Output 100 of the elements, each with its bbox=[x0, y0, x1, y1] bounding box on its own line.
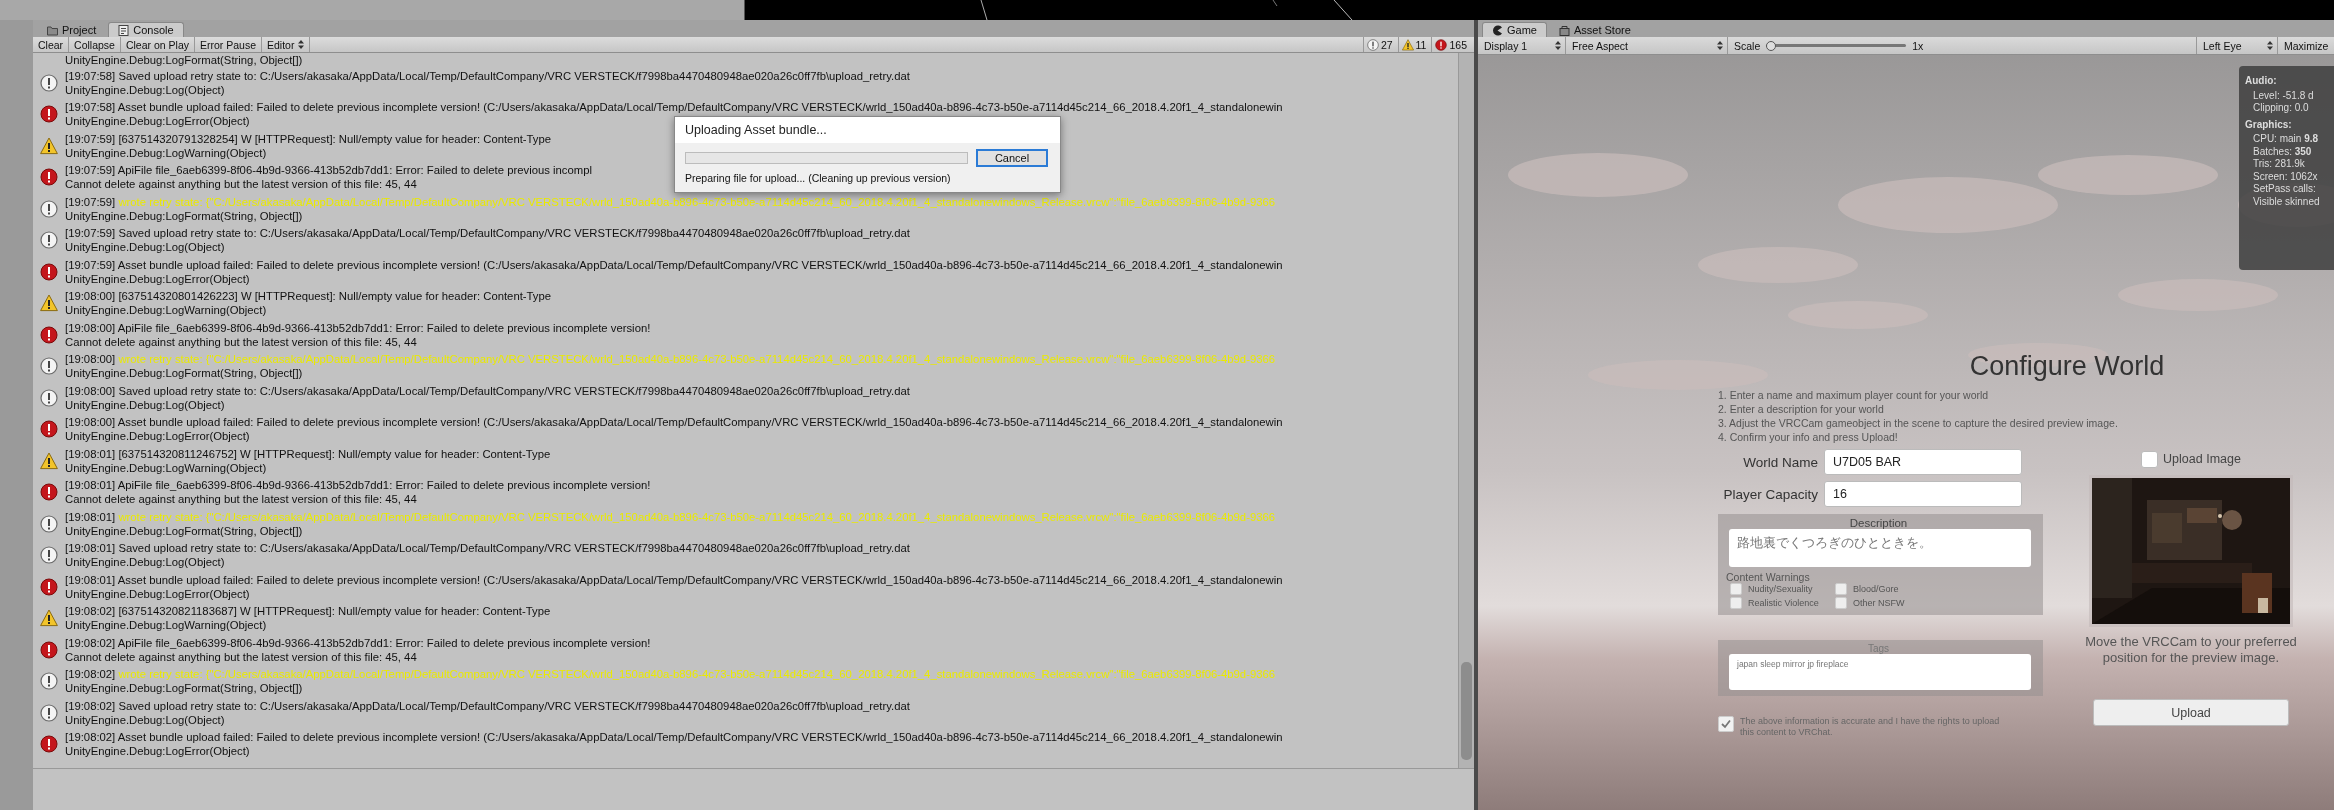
scrollbar[interactable] bbox=[1458, 53, 1474, 768]
log-detail: UnityEngine.Debug:LogError(Object) bbox=[65, 271, 250, 286]
log-detail: UnityEngine.Debug:Log(Object) bbox=[65, 397, 225, 412]
warning-icon bbox=[40, 609, 58, 628]
scale-value: 1x bbox=[1912, 39, 1924, 52]
error-icon bbox=[40, 262, 58, 281]
dropdown[interactable]: Editor bbox=[262, 37, 311, 52]
log-detail: UnityEngine.Debug:Log(Object) bbox=[65, 712, 225, 727]
filter-toggle[interactable]: 27 bbox=[1362, 37, 1396, 52]
log-message: [19:07:59] Saved upload retry state to: C:/Users/akasaka/AppData/Local/Temp/DefaultCompany/VRC VERSTECK/f7998ba4470480948ae020a26c0ff7fb\upload_retry.dat bbox=[65, 226, 910, 241]
info-icon bbox=[40, 703, 58, 722]
log-message: [19:08:01] Saved upload retry state to: C:/Users/akasaka/AppData/Local/Temp/DefaultCompany/VRC VERSTECK/f7998ba4470480948ae020a26c0ff7fb\upload_retry.dat bbox=[65, 541, 910, 556]
updown-icon bbox=[1717, 41, 1723, 50]
error-icon bbox=[40, 105, 58, 124]
pie-icon bbox=[1492, 24, 1503, 36]
warning-icon bbox=[40, 294, 58, 313]
log-message: [19:08:00] ApiFile file_6aeb6399-8f06-4b9d-9366-413b52db7dd1: Error: Failed to delete previous incomplete version! bbox=[65, 320, 651, 335]
log-message: [19:07:59] wrote retry state: {"C:/Users/akasaka/AppData/Local/Temp/DefaultCompany/VRC VERSTECK/wrld_150ad40a-b896-4c73-b50e-a7114d45c214_60_2018.4.20f1_4_standalonewindows_Release.vrcw":"file_6aeb6399-8f06-4b9d-9366 bbox=[65, 194, 1276, 209]
log-message: [19:07:58] Asset bundle upload failed: Failed to delete previous incomplete version! (C:/Users/akasaka/AppData/Local/Temp/DefaultCompany/VRC VERSTECK/wrld_150ad40a-b896-4c73-b50e-a7114d45c214_66_2018.4.20f1_4_standalonewin bbox=[65, 100, 1283, 115]
log-detail: UnityEngine.Debug:LogError(Object) bbox=[65, 744, 250, 759]
info-icon bbox=[40, 514, 58, 533]
info-icon bbox=[40, 231, 58, 250]
log-detail: Cannot delete against anything but the latest version of this file: 45, 44 bbox=[65, 334, 417, 349]
log-detail: UnityEngine.Debug:Log(Object) bbox=[65, 240, 225, 255]
toolbar-button[interactable]: Collapse bbox=[69, 37, 121, 52]
log-detail: UnityEngine.Debug:LogFormat(String, Object[]) bbox=[65, 366, 303, 381]
log-detail: UnityEngine.Debug:LogFormat(String, Object[]) bbox=[65, 523, 303, 538]
status-text: Preparing file for upload... (Cleaning up previous version) bbox=[685, 172, 952, 184]
info-icon bbox=[40, 546, 58, 565]
updown-icon bbox=[1555, 41, 1561, 50]
log-message: [19:08:02] Asset bundle upload failed: Failed to delete previous incomplete version! (C:/Users/akasaka/AppData/Local/Temp/DefaultCompany/VRC VERSTECK/wrld_150ad40a-b896-4c73-b50e-a7114d45c214_66_2018.4.20f1_4_standalonewin bbox=[65, 730, 1283, 745]
log-detail: Cannot delete against anything but the latest version of this file: 45, 44 bbox=[65, 492, 417, 507]
tab[interactable]: Game bbox=[1482, 22, 1547, 37]
warning-icon bbox=[40, 451, 58, 470]
log-message: [19:08:00] Saved upload retry state to: C:/Users/akasaka/AppData/Local/Temp/DefaultCompany/VRC VERSTECK/f7998ba4470480948ae020a26c0ff7fb\upload_retry.dat bbox=[65, 383, 910, 398]
log-detail: UnityEngine.Debug:LogWarning(Object) bbox=[65, 145, 267, 160]
log-detail: UnityEngine.Debug:LogWarning(Object) bbox=[65, 460, 267, 475]
log-message: [19:08:00] Asset bundle upload failed: Failed to delete previous incomplete version! (C:/Users/akasaka/AppData/Local/Temp/DefaultCompany/VRC VERSTECK/wrld_150ad40a-b896-4c73-b50e-a7114d45c214_66_2018.4.20f1_4_standalonewin bbox=[65, 415, 1283, 430]
filter-toggle[interactable]: 11 bbox=[1397, 37, 1430, 52]
log-detail: UnityEngine.Debug:Log(Object) bbox=[65, 82, 225, 97]
log-detail: Cannot delete against anything but the latest version of this file: 45, 44 bbox=[65, 649, 417, 664]
error-icon bbox=[40, 735, 58, 754]
info-icon bbox=[40, 388, 58, 407]
log-detail: UnityEngine.Debug:LogFormat(String, Object[]) bbox=[65, 681, 303, 696]
log-message: [19:08:02] wrote retry state: {"C:/Users/akasaka/AppData/Local/Temp/DefaultCompany/VRC VERSTECK/wrld_150ad40a-b896-4c73-b50e-a7114d45c214_60_2018.4.20f1_4_standalonewindows_Release.vrcw":"file_6aeb6399-8f06-4b9d-9366 bbox=[65, 667, 1276, 682]
dropdown[interactable]: Maximize bbox=[2278, 37, 2334, 54]
error-icon bbox=[40, 577, 58, 596]
warning-icon bbox=[1401, 38, 1414, 51]
log-detail: UnityEngine.Debug:LogWarning(Object) bbox=[65, 618, 267, 633]
log-detail: UnityEngine.Debug:LogFormat(String, Object[]) bbox=[65, 208, 303, 223]
log-message: [19:08:02] Saved upload retry state to: C:/Users/akasaka/AppData/Local/Temp/DefaultCompany/VRC VERSTECK/f7998ba4470480948ae020a26c0ff7fb\upload_retry.dat bbox=[65, 698, 910, 713]
error-icon bbox=[40, 168, 58, 187]
log-detail: UnityEngine.Debug:LogWarning(Object) bbox=[65, 303, 267, 318]
log-message: [19:08:01] Asset bundle upload failed: Failed to delete previous incomplete version! (C:/Users/akasaka/AppData/Local/Temp/DefaultCompany/VRC VERSTECK/wrld_150ad40a-b896-4c73-b50e-a7114d45c214_66_2018.4.20f1_4_standalonewin bbox=[65, 572, 1283, 587]
log-message: [19:08:02] [637514320821183687] W [HTTPRequest]: Null/empty value for header: Content-Type bbox=[65, 604, 551, 619]
log-message: [19:08:00] wrote retry state: {"C:/Users/akasaka/AppData/Local/Temp/DefaultCompany/VRC VERSTECK/wrld_150ad40a-b896-4c73-b50e-a7114d45c214_60_2018.4.20f1_4_standalonewindows_Release.vrcw":"file_6aeb6399-8f06-4b9d-9366 bbox=[65, 352, 1276, 367]
tab[interactable]: Asset Store bbox=[1548, 22, 1641, 37]
warning-icon bbox=[40, 136, 58, 155]
slider-thumb[interactable] bbox=[1766, 40, 1777, 51]
info-icon bbox=[40, 73, 58, 92]
toolbar-button[interactable]: Error Pause bbox=[195, 37, 262, 52]
log-detail: UnityEngine.Debug:LogFormat(String, Object[]) bbox=[65, 53, 303, 67]
info-icon bbox=[40, 199, 58, 218]
info-icon bbox=[40, 672, 58, 691]
log-message: [19:08:01] ApiFile file_6aeb6399-8f06-4b9d-9366-413b52db7dd1: Error: Failed to delete previous incomplete version! bbox=[65, 478, 651, 493]
log-message: [19:07:59] Asset bundle upload failed: Failed to delete previous incomplete version! (C:/Users/akasaka/AppData/Local/Temp/DefaultCompany/VRC VERSTECK/wrld_150ad40a-b896-4c73-b50e-a7114d45c214_66_2018.4.20f1_4_standalonewin bbox=[65, 257, 1283, 272]
dialog-title: Uploading Asset bundle... bbox=[675, 117, 1060, 143]
error-icon bbox=[40, 325, 58, 344]
scale-label: Scale bbox=[1734, 39, 1761, 52]
log-detail: UnityEngine.Debug:LogError(Object) bbox=[65, 114, 250, 129]
filter-toggle[interactable]: 165 bbox=[1431, 37, 1470, 52]
updown-icon bbox=[298, 40, 305, 49]
cancel-button[interactable]: Cancel bbox=[976, 149, 1048, 167]
log-message: [19:07:58] Saved upload retry state to: C:/Users/akasaka/AppData/Local/Temp/DefaultCompany/VRC VERSTECK/f7998ba4470480948ae020a26c0ff7fb\upload_retry.dat bbox=[65, 68, 910, 83]
log-detail: UnityEngine.Debug:LogError(Object) bbox=[65, 429, 250, 444]
error-icon bbox=[40, 640, 58, 659]
scroll-thumb[interactable] bbox=[1461, 662, 1472, 760]
error-icon bbox=[40, 483, 58, 502]
log-detail: UnityEngine.Debug:LogError(Object) bbox=[65, 586, 250, 601]
dropdown[interactable]: Display 1 bbox=[1478, 37, 1566, 54]
log-message: [19:08:00] [637514320801426223] W [HTTPRequest]: Null/empty value for header: Content-Type bbox=[65, 289, 552, 304]
updown-icon bbox=[2267, 41, 2273, 50]
error-icon bbox=[1435, 38, 1448, 51]
toolbar-button[interactable]: Clear bbox=[33, 37, 70, 52]
tab[interactable]: Project bbox=[37, 22, 107, 37]
log-detail: UnityEngine.Debug:Log(Object) bbox=[65, 555, 225, 570]
document-icon bbox=[118, 24, 130, 36]
info-icon bbox=[1366, 38, 1379, 51]
log-message: [19:07:59] ApiFile file_6aeb6399-8f06-4b9d-9366-413b52db7dd1: Error: Failed to delete previous incompl bbox=[65, 163, 592, 178]
info-icon bbox=[40, 357, 58, 376]
log-message: [19:08:02] ApiFile file_6aeb6399-8f06-4b9d-9366-413b52db7dd1: Error: Failed to delete previous incomplete version! bbox=[65, 635, 651, 650]
log-message: [19:08:01] [637514320811246752] W [HTTPRequest]: Null/empty value for header: Content-Type bbox=[65, 446, 551, 461]
error-icon bbox=[40, 420, 58, 439]
dropdown[interactable]: Free Aspect bbox=[1566, 37, 1728, 54]
tab[interactable]: Console bbox=[108, 22, 184, 37]
dropdown[interactable]: Left Eye bbox=[2196, 37, 2278, 54]
log-message: [19:08:01] wrote retry state: {"C:/Users/akasaka/AppData/Local/Temp/DefaultCompany/VRC VERSTECK/wrld_150ad40a-b896-4c73-b50e-a7114d45c214_60_2018.4.20f1_4_standalonewindows_Release.vrcw":"file_6aeb6399-8f06-4b9d-9366 bbox=[65, 509, 1276, 524]
log-message: [19:07:59] [637514320791328254] W [HTTPRequest]: Null/empty value for header: Content-Type bbox=[65, 131, 552, 146]
log-detail: Cannot delete against anything but the latest version of this file: 45, 44 bbox=[65, 177, 417, 192]
toolbar-button[interactable]: Clear on Play bbox=[120, 37, 195, 52]
